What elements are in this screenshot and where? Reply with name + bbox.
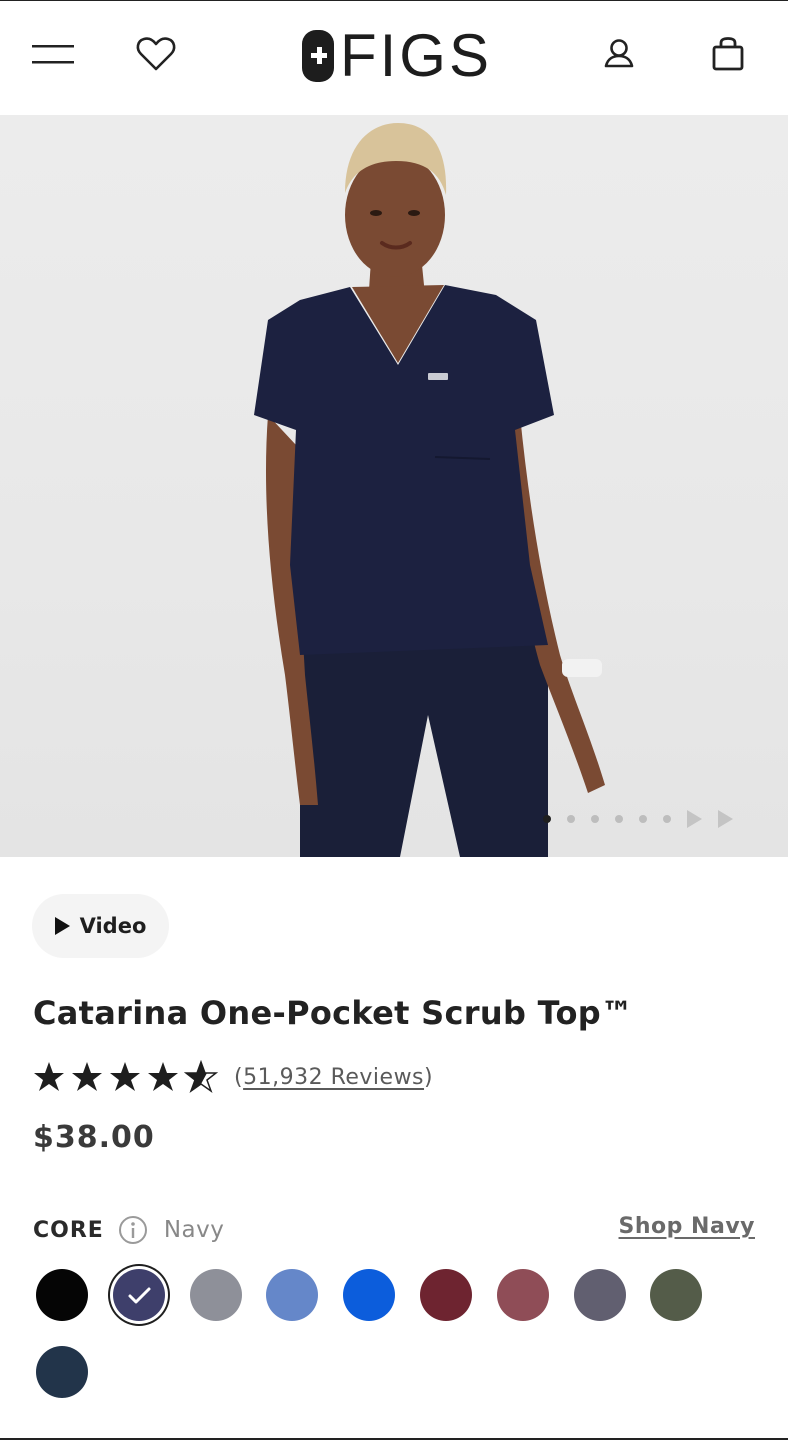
logo-plus-icon <box>302 30 334 82</box>
star-icon <box>148 1062 178 1091</box>
color-swatch-mauve[interactable] <box>496 1269 549 1321</box>
play-icon <box>54 917 70 935</box>
color-selector-header: CORE Navy Shop Navy <box>33 1210 755 1250</box>
check-icon <box>128 1287 151 1304</box>
video-button-label: Video <box>79 914 147 938</box>
gallery-dot[interactable] <box>567 815 575 823</box>
site-header: FIGS <box>0 0 788 115</box>
gallery-video-play-icon[interactable] <box>718 810 733 828</box>
gallery-dot[interactable] <box>639 815 647 823</box>
selected-color-name: Navy <box>163 1217 225 1243</box>
star-icon <box>72 1062 102 1091</box>
info-icon[interactable] <box>118 1215 148 1245</box>
color-swatch-royal-blue[interactable] <box>343 1269 396 1321</box>
menu-icon[interactable] <box>30 37 76 71</box>
product-price: $38.00 <box>33 1120 155 1155</box>
heart-icon[interactable] <box>134 34 178 74</box>
color-swatch-black[interactable] <box>36 1269 88 1321</box>
gallery-dot[interactable] <box>663 815 671 823</box>
gallery-dot-active[interactable] <box>543 815 551 823</box>
account-icon[interactable] <box>598 34 640 74</box>
gallery-dot[interactable] <box>615 815 623 823</box>
color-swatch-midnight[interactable] <box>36 1346 88 1398</box>
product-image[interactable] <box>0 115 788 857</box>
color-swatch-navy[interactable] <box>112 1269 165 1321</box>
color-swatch-charcoal[interactable] <box>573 1269 626 1321</box>
color-swatch-ceil-blue[interactable] <box>266 1269 319 1321</box>
model-wearing-scrubs-image <box>254 123 605 857</box>
star-icon <box>110 1062 140 1091</box>
half-star-icon <box>184 1060 218 1093</box>
color-swatch-graphite[interactable] <box>189 1269 242 1321</box>
reviews-count[interactable]: 51,932 Reviews <box>243 1065 424 1090</box>
gallery-video-play-icon[interactable] <box>687 810 702 828</box>
product-rating: (51,932 Reviews) <box>32 1058 433 1096</box>
color-collection-label: CORE <box>33 1217 104 1243</box>
product-title: Catarina One-Pocket Scrub Top™ <box>33 994 634 1032</box>
color-swatch-olive[interactable] <box>650 1269 703 1321</box>
gallery-pagination <box>543 810 749 828</box>
bag-icon[interactable] <box>706 34 750 76</box>
figs-logo[interactable]: FIGS <box>302 22 492 89</box>
star-icon <box>34 1062 64 1091</box>
star-rating <box>32 1060 218 1094</box>
gallery-dot[interactable] <box>591 815 599 823</box>
reviews-link[interactable]: (51,932 Reviews) <box>234 1065 433 1090</box>
logo-text: FIGS <box>339 22 492 89</box>
video-button[interactable]: Video <box>32 894 169 958</box>
shop-color-link[interactable]: Shop Navy <box>619 1214 755 1239</box>
color-swatch-burgundy[interactable] <box>420 1269 472 1321</box>
